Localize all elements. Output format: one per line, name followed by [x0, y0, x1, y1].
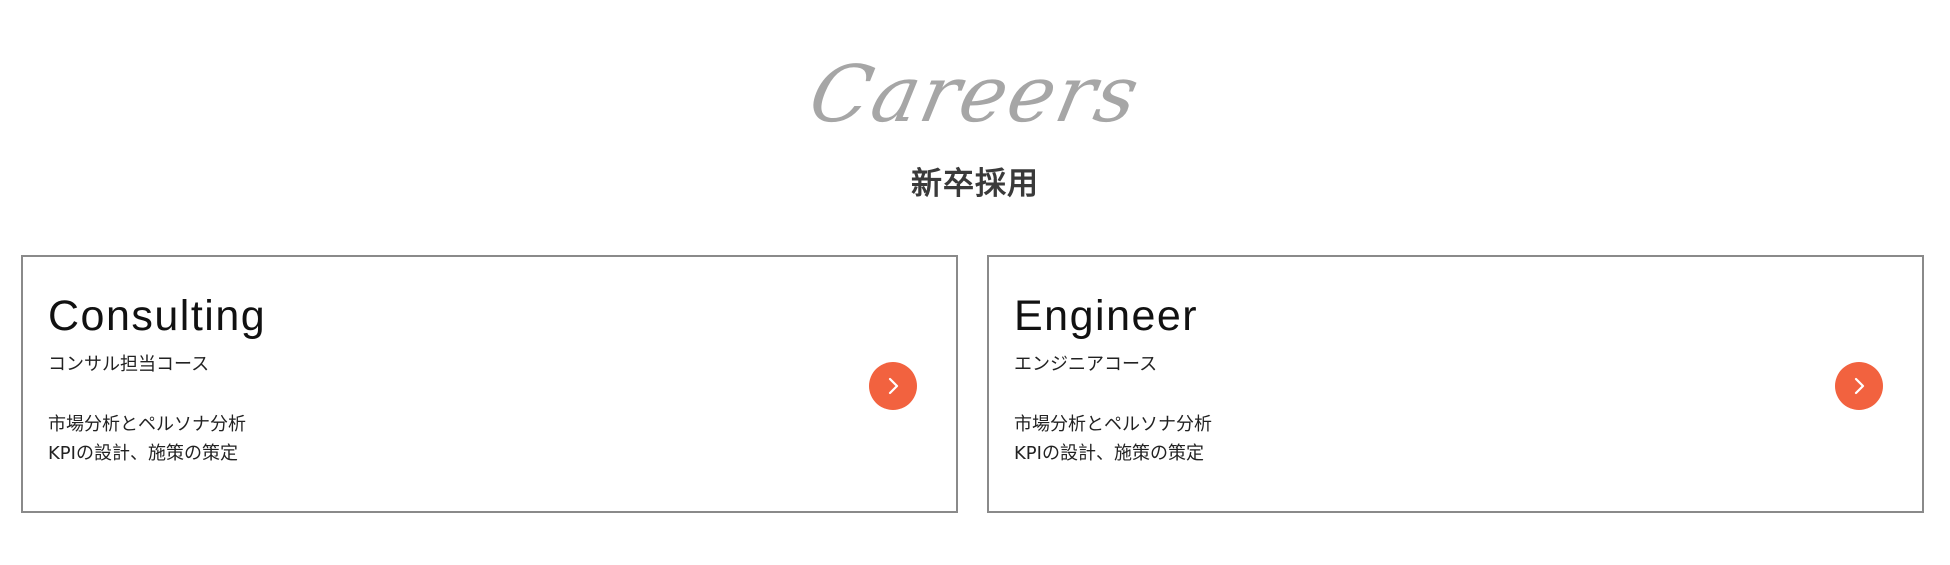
careers-script-title: Careers: [801, 50, 1149, 140]
card-description: 市場分析とペルソナ分析 KPIの設計、施策の策定: [1014, 410, 1212, 468]
chevron-right-icon: [1854, 377, 1865, 395]
consulting-course-card[interactable]: Consulting コンサル担当コース 市場分析とペルソナ分析 KPIの設計、…: [21, 255, 958, 513]
card-description-line: 市場分析とペルソナ分析: [48, 414, 246, 435]
careers-header: Careers 新卒採用: [0, 0, 1950, 230]
card-description: 市場分析とペルソナ分析 KPIの設計、施策の策定: [48, 410, 246, 468]
engineer-course-card[interactable]: Engineer エンジニアコース 市場分析とペルソナ分析 KPIの設計、施策の…: [987, 255, 1924, 513]
card-title: Consulting: [48, 292, 267, 340]
card-subtitle: エンジニアコース: [1014, 354, 1158, 375]
engineer-arrow-button[interactable]: [1835, 362, 1883, 410]
card-description-line: 市場分析とペルソナ分析: [1014, 414, 1212, 435]
card-subtitle: コンサル担当コース: [48, 354, 210, 375]
card-title: Engineer: [1014, 292, 1199, 340]
page-title: 新卒採用: [911, 166, 1039, 202]
chevron-right-icon: [888, 377, 899, 395]
card-description-line: KPIの設計、施策の策定: [48, 443, 238, 464]
card-description-line: KPIの設計、施策の策定: [1014, 443, 1204, 464]
consulting-arrow-button[interactable]: [869, 362, 917, 410]
